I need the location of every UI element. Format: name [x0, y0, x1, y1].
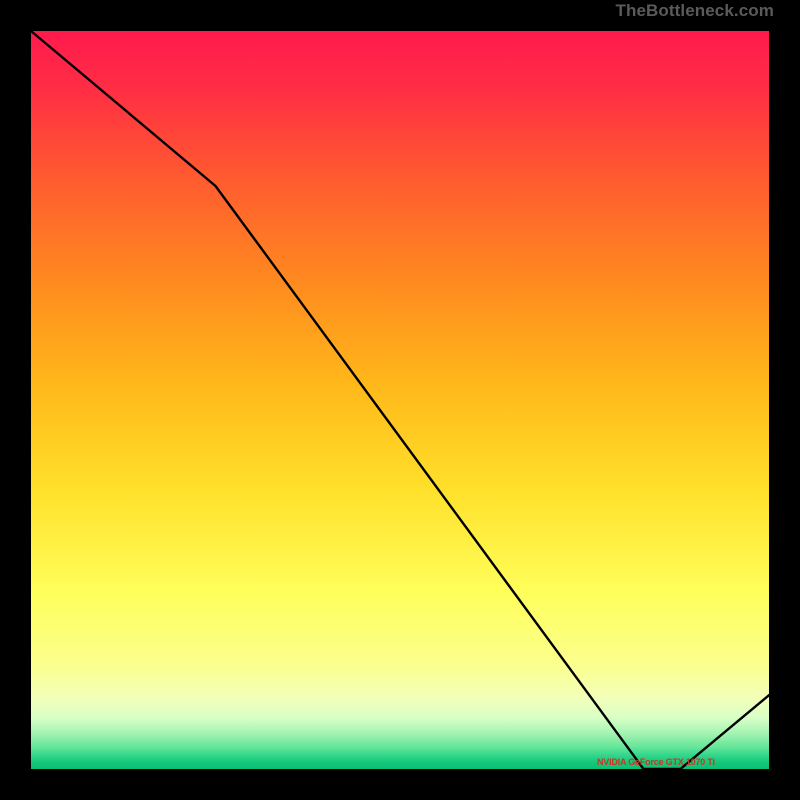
plot-gradient-background: NVIDIA GeForce GTX 1070 Ti — [31, 31, 769, 769]
line-plot — [31, 31, 769, 769]
gpu-annotation-label: NVIDIA GeForce GTX 1070 Ti — [597, 758, 715, 767]
data-curve — [31, 31, 769, 769]
chart-frame: NVIDIA GeForce GTX 1070 Ti TheBottleneck… — [20, 20, 780, 780]
attribution-watermark: TheBottleneck.com — [615, 2, 774, 19]
